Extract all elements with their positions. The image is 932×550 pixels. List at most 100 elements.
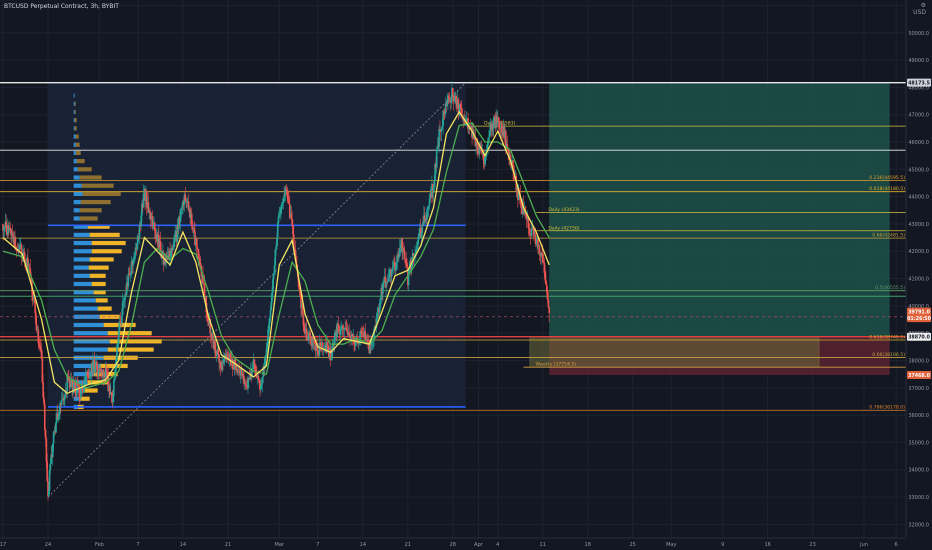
volume-profile-bar-up (73, 167, 78, 172)
volume-profile-bar-up (73, 281, 92, 287)
volume-profile-bar-up (73, 159, 77, 164)
volume-profile-bar-down (74, 101, 76, 106)
price-label-text: 48173.5 (908, 81, 930, 87)
volume-profile-bar-up (73, 93, 75, 98)
volume-profile-bar-up (73, 306, 98, 311)
candle-body (321, 342, 324, 347)
volume-profile-bar-down (74, 126, 77, 131)
volume-profile-bar-down (95, 298, 108, 303)
x-tick-label: 4 (496, 542, 499, 548)
candle-body (548, 307, 550, 314)
volume-profile-bar-up (73, 150, 76, 156)
volume-profile-bar-up (73, 118, 75, 123)
x-tick-label: 6 (895, 542, 898, 548)
y-tick-label: 34000.0 (908, 468, 929, 474)
candle-body (451, 88, 454, 95)
position-target-zone (549, 82, 890, 337)
candle-body (49, 463, 52, 471)
candle-body (118, 321, 121, 332)
candle-body (217, 349, 220, 355)
candle-body (435, 150, 438, 168)
y-tick-label: 47000.0 (908, 113, 929, 119)
y-tick-label: 43000.0 (908, 222, 929, 228)
price-label-text: 38870.0 (908, 335, 931, 341)
x-tick-label: 17 (0, 542, 6, 548)
y-tick-label: 32000.0 (908, 522, 929, 528)
x-tick-label: Jun (859, 542, 868, 548)
volume-profile-bar-down (89, 232, 120, 237)
x-tick-label: 11 (540, 542, 546, 548)
y-tick-label: 33000.0 (908, 495, 929, 501)
volume-profile-bar-up (73, 216, 80, 221)
volume-profile-bar-up (73, 208, 80, 213)
y-tick-label: 36000.0 (908, 413, 929, 419)
x-tick-label: 7 (316, 542, 319, 548)
currency-label[interactable]: ⚙ USD (913, 2, 926, 16)
x-tick-label: 14 (360, 542, 366, 548)
volume-profile-bar-down (91, 249, 122, 254)
x-tick-label: 16 (764, 542, 770, 548)
x-tick-label: 21 (225, 542, 231, 548)
y-tick-label: 49000.0 (908, 58, 929, 64)
volume-profile-bar-down (107, 347, 154, 352)
volume-profile-bar-down (75, 134, 79, 139)
level-label: Daily (43423) (548, 207, 579, 213)
gear-icon[interactable]: ⚙ (913, 2, 926, 9)
volume-profile-bar-up (73, 183, 82, 188)
volume-profile-bar-up (73, 134, 76, 139)
candle-body (547, 299, 550, 308)
volume-profile-bar-up (73, 322, 104, 328)
volume-profile-bar-up (73, 109, 75, 115)
candle-body (113, 380, 115, 396)
candle-body (488, 137, 490, 142)
volume-profile-bar-down (79, 175, 102, 180)
price-label-text: 37468.0 (908, 373, 931, 379)
x-tick-label: 7 (136, 542, 139, 548)
y-tick-label: 46000.0 (908, 140, 929, 146)
level-label: Daily (42750) (548, 225, 579, 231)
volume-profile-bar-up (73, 265, 89, 270)
x-tick-label: 23 (809, 542, 815, 548)
candle-body (348, 332, 350, 336)
x-tick-label: 28 (450, 542, 456, 548)
candle-body (403, 251, 406, 259)
volume-profile-bar-down (75, 142, 80, 147)
fib-label: 0.618(44180.5) (869, 186, 905, 192)
candle-body (498, 121, 501, 129)
volume-profile-bar-down (83, 388, 98, 393)
price-chart[interactable]: 0.236(44595.5) 0.618(44180.5) 0.66(42481.5… (0, 0, 932, 550)
candle-body (149, 210, 151, 214)
fib-label: 0.786(36178.0) (869, 405, 905, 411)
candle-body (43, 403, 46, 430)
volume-profile-bar-up (73, 232, 90, 237)
volume-profile-bar-down (91, 281, 106, 287)
level-label: Weekly (37754.5) (535, 362, 576, 368)
candle-body (500, 123, 503, 132)
fib-label: 0.66(42481.5) (872, 233, 905, 239)
y-tick-label: 38000.0 (908, 358, 929, 364)
candle-body (283, 194, 285, 202)
y-tick-label: 42000.0 (908, 249, 929, 255)
candle-body (60, 400, 63, 406)
y-tick-label: 45000.0 (908, 167, 929, 173)
volume-profile-bar-up (73, 101, 75, 106)
volume-profile-bar-down (91, 240, 126, 246)
x-tick-label: 18 (585, 542, 591, 548)
candle-body (269, 310, 272, 318)
x-tick-label: May (666, 542, 676, 548)
x-tick-label: Mar (275, 542, 285, 548)
volume-profile-bar-up (73, 191, 83, 196)
volume-profile-bar-up (73, 175, 80, 180)
volume-profile-bar-down (81, 183, 114, 188)
x-tick-label: 9 (721, 542, 724, 548)
volume-profile-bar-down (79, 216, 98, 221)
volume-profile-bar-down (76, 159, 85, 164)
volume-profile-bar-down (97, 306, 112, 311)
candle-body (121, 315, 123, 324)
fib-label: 0.618(38749.5) (869, 335, 905, 341)
candle-body (421, 224, 424, 234)
volume-profile-bar-down (74, 109, 76, 115)
fib-label: 0.236(44595.5) (869, 175, 905, 181)
fib-label: 0.5(40555.5) (875, 285, 905, 291)
x-tick-label: Feb (95, 542, 104, 548)
